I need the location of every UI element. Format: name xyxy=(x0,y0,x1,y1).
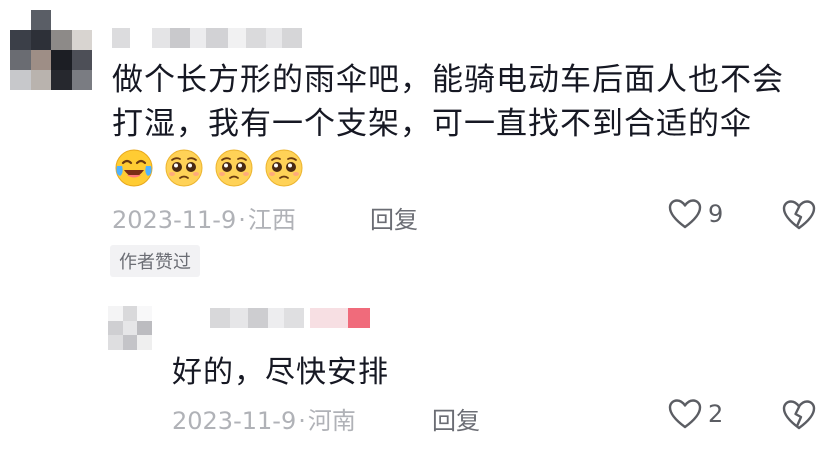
comment-text: 好的，尽快安排 xyxy=(172,355,389,390)
reply-button[interactable]: 回复 xyxy=(370,200,418,235)
broken-heart-icon xyxy=(782,400,816,430)
emoji-row xyxy=(114,148,304,188)
laughing-crying-emoji-icon xyxy=(114,148,154,188)
like-count: 9 xyxy=(708,200,724,228)
heart-outline-icon xyxy=(668,199,702,229)
meta-separator: · xyxy=(238,206,246,234)
pleading-face-emoji-icon xyxy=(214,148,254,188)
broken-heart-icon xyxy=(782,200,816,230)
comment-text: 做个长方形的雨伞吧，能骑电动车后面人也不会打湿，我有一个支架，可一直找不到合适的… xyxy=(112,58,810,190)
like-button[interactable]: 2 xyxy=(668,398,723,430)
pleading-face-emoji-icon xyxy=(164,148,204,188)
comment-date: 2023-11-9 xyxy=(172,407,297,435)
reply-comment-item: 好的，尽快安排 2023-11-9·河南 回复 2 xyxy=(0,290,840,464)
comment-text-body: 做个长方形的雨伞吧，能骑电动车后面人也不会打湿，我有一个支架，可一直找不到合适的… xyxy=(112,62,784,142)
comment-meta: 2023-11-9·河南 xyxy=(172,401,356,436)
heart-outline-icon xyxy=(668,399,702,429)
comment-item: 做个长方形的雨伞吧，能骑电动车后面人也不会打湿，我有一个支架，可一直找不到合适的… xyxy=(0,0,840,290)
avatar[interactable] xyxy=(108,306,152,350)
meta-separator: · xyxy=(298,407,306,435)
like-button[interactable]: 9 xyxy=(668,198,723,230)
author-liked-badge: 作者赞过 xyxy=(110,245,200,277)
dislike-button[interactable] xyxy=(782,199,816,235)
author-tag xyxy=(310,308,370,328)
like-count: 2 xyxy=(708,400,724,428)
comment-date: 2023-11-9 xyxy=(112,206,237,234)
reply-button[interactable]: 回复 xyxy=(432,401,480,436)
username[interactable] xyxy=(210,308,304,328)
pleading-face-emoji-icon xyxy=(264,148,304,188)
comment-location: 河南 xyxy=(307,407,356,435)
username[interactable] xyxy=(112,28,302,48)
avatar[interactable] xyxy=(10,10,92,90)
comment-location: 江西 xyxy=(247,206,296,234)
dislike-button[interactable] xyxy=(782,399,816,435)
comment-meta: 2023-11-9·江西 xyxy=(112,200,296,235)
